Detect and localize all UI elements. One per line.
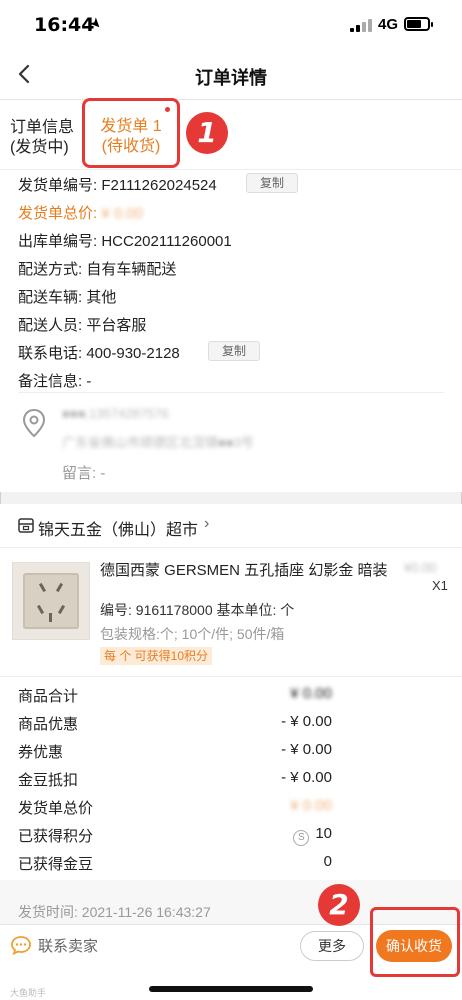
product-price: ¥0.00 bbox=[404, 560, 437, 575]
ship-total-label: 发货单总价: bbox=[18, 205, 98, 222]
gold-beans-value: 0 bbox=[323, 853, 332, 870]
summary-value: - ¥ 0.00 bbox=[281, 713, 332, 730]
summary-value: ¥ 0.00 bbox=[290, 685, 332, 702]
phone-value: 400-930-2128 bbox=[86, 345, 180, 362]
outbound-row: 出库单编号: HCC202111260001 bbox=[18, 230, 232, 251]
phone-row: 联系电话: 400-930-2128 bbox=[18, 342, 180, 363]
ship-no-label: 发货单编号: bbox=[18, 177, 98, 194]
tab-order-info-label-2: (发货中) bbox=[10, 139, 69, 156]
summary-value: - ¥ 0.00 bbox=[281, 769, 332, 786]
vehicle-value: 其他 bbox=[86, 289, 117, 306]
step-1-badge: 1 bbox=[186, 112, 228, 154]
staff-row: 配送人员: 平台客服 bbox=[18, 314, 146, 335]
staff-value: 平台客服 bbox=[86, 317, 147, 334]
delivery-method-row: 配送方式: 自有车辆配送 bbox=[18, 258, 176, 279]
product-image bbox=[12, 562, 90, 640]
summary-label: 已获得金豆 bbox=[18, 856, 94, 873]
price-summary: 商品合计 ¥ 0.00 商品优惠 - ¥ 0.00 券优惠 - ¥ 0.00 金… bbox=[0, 676, 462, 880]
product-code: 编号: 9161178000 基本单位: 个 bbox=[100, 602, 295, 618]
message-value: - bbox=[100, 465, 106, 482]
outbound-label: 出库单编号: bbox=[18, 233, 98, 250]
product-quantity: X1 bbox=[432, 578, 448, 593]
tab-order-info-label-1: 订单信息 bbox=[10, 119, 75, 136]
chat-icon[interactable] bbox=[10, 935, 32, 956]
vehicle-label: 配送车辆: bbox=[18, 289, 83, 306]
order-tabs: 订单信息 (发货中) bbox=[0, 100, 462, 233]
status-bar: 16:44 ➤ 4G bbox=[0, 0, 462, 50]
summary-label: 商品合计 bbox=[18, 688, 79, 705]
points-earned-value: 10 bbox=[315, 825, 332, 842]
product-name: 德国西蒙 GERSMEN 五孔插座 幻影金 暗装 bbox=[100, 562, 388, 579]
more-button[interactable]: 更多 bbox=[300, 931, 364, 961]
shop-name: 锦天五金（佛山）超市 bbox=[38, 522, 199, 539]
points-coin-icon: S bbox=[293, 830, 310, 846]
location-pin-icon bbox=[22, 408, 46, 438]
battery-icon bbox=[404, 17, 433, 31]
ship-time: 发货时间: 2021-11-26 16:43:27 bbox=[18, 904, 211, 920]
message-row: 留言: - bbox=[62, 462, 105, 483]
vehicle-row: 配送车辆: 其他 bbox=[18, 286, 116, 307]
outbound-value: HCC202111260001 bbox=[101, 233, 232, 250]
points-badge: 每 个 可获得10积分 bbox=[100, 647, 213, 665]
message-label: 留言: bbox=[62, 465, 97, 482]
copy-ship-no-button[interactable]: 复制 bbox=[246, 173, 298, 193]
confirm-receipt-button[interactable]: 确认收货 bbox=[376, 930, 452, 962]
product-pack-spec: 包装规格:个; 10个/件; 50件/箱 bbox=[100, 626, 285, 642]
recipient-name-phone: ■■■,13574287576 bbox=[62, 406, 169, 421]
tab-order-info[interactable]: 订单信息 (发货中) bbox=[10, 118, 74, 158]
recipient-address: 广东省佛山市顺德区北滘镇■■3号 bbox=[62, 435, 254, 450]
socket-plate bbox=[23, 573, 79, 629]
copy-phone-button[interactable]: 复制 bbox=[208, 341, 260, 361]
ship-no-row: 发货单编号: F2111262024524 bbox=[18, 174, 217, 195]
phone-label: 联系电话: bbox=[18, 345, 83, 362]
page-title: 订单详情 bbox=[195, 68, 267, 88]
tab-shipment-label: 发货单 1 bbox=[100, 118, 162, 135]
unread-dot bbox=[165, 107, 170, 112]
home-indicator[interactable] bbox=[149, 986, 313, 992]
summary-label: 商品优惠 bbox=[18, 716, 79, 733]
nav-bar: 订单详情 bbox=[0, 50, 462, 100]
chevron-right-icon: › bbox=[204, 515, 210, 532]
tab-shipment-1[interactable]: 发货单 1 (待收货) bbox=[82, 98, 180, 168]
contact-seller-button[interactable]: 联系卖家 bbox=[38, 935, 98, 956]
ship-total-value: ¥ 0.00 bbox=[101, 205, 144, 222]
product-item[interactable]: 德国西蒙 GERSMEN 五孔插座 幻影金 暗装 ¥0.00 X1 编号: 91… bbox=[0, 548, 462, 676]
order-info-panel: 发货单编号: F2111262024524 复制 发货单总价: ¥ 0.00 出… bbox=[0, 170, 462, 492]
bottom-action-bar: 联系卖家 更多 确认收货 大鱼助手 bbox=[0, 907, 462, 1000]
summary-label: 发货单总价 bbox=[18, 800, 94, 817]
tab-shipment-status: (待收货) bbox=[101, 138, 161, 155]
delivery-method-value: 自有车辆配送 bbox=[86, 261, 177, 278]
step-2-badge: 2 bbox=[318, 884, 360, 926]
summary-value: - ¥ 0.00 bbox=[281, 741, 332, 758]
summary-total-value: ¥ 0.00 bbox=[290, 797, 332, 814]
summary-label: 金豆抵扣 bbox=[18, 772, 79, 789]
points-earned: S 10 bbox=[293, 825, 332, 846]
note-label: 备注信息: bbox=[18, 373, 83, 390]
summary-label: 已获得积分 bbox=[18, 828, 94, 845]
delivery-method-label: 配送方式: bbox=[18, 261, 83, 278]
divider bbox=[18, 392, 444, 393]
network-type: 4G bbox=[378, 16, 399, 33]
store-icon bbox=[18, 518, 34, 533]
signal-icon bbox=[350, 18, 372, 32]
watermark: 大鱼助手 bbox=[10, 988, 47, 998]
ship-no-value: F2111262024524 bbox=[101, 177, 217, 194]
ship-total-row: 发货单总价: ¥ 0.00 bbox=[18, 202, 143, 223]
summary-label: 券优惠 bbox=[18, 744, 64, 761]
staff-label: 配送人员: bbox=[18, 317, 83, 334]
shop-row[interactable]: 锦天五金（佛山）超市 › bbox=[0, 504, 462, 548]
note-row: 备注信息: - bbox=[18, 370, 91, 391]
note-value: - bbox=[86, 373, 92, 390]
